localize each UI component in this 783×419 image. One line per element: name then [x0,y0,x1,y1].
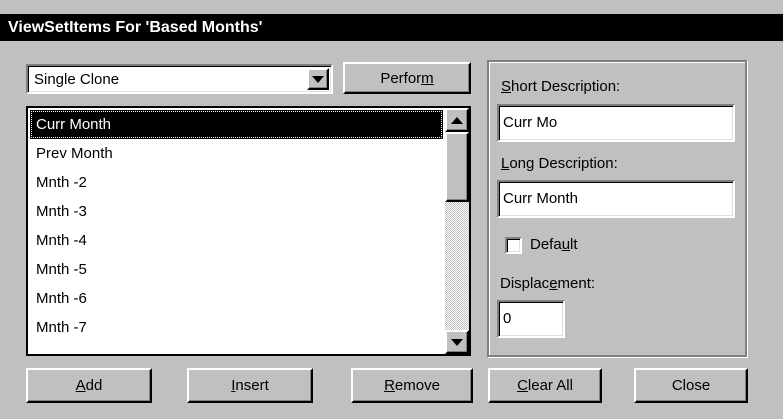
long-description-value: Curr Month [503,190,579,207]
clear-all-button[interactable]: Clear All [488,368,602,403]
close-button-label: Close [671,377,711,394]
arrow-down-icon [451,338,463,346]
insert-button-label: Insert [231,377,269,394]
combo-dropdown-button[interactable] [307,68,329,90]
list-item[interactable]: Mnth -2 [30,168,443,197]
scroll-up-button[interactable] [445,108,469,132]
long-description-label: Long Description: [501,155,618,172]
list-item[interactable]: Mnth -5 [30,255,443,284]
list-item[interactable]: Prev Month [30,139,443,168]
perform-button-label: Perform [380,69,434,87]
list-item[interactable]: Mnth -6 [30,284,443,313]
window-title: ViewSetItems For 'Based Months' [0,14,783,41]
clear-all-button-label: Clear All [517,377,573,394]
insert-button[interactable]: Insert [187,368,313,403]
scroll-thumb[interactable] [445,132,469,202]
chevron-down-icon [312,75,324,83]
remove-button-label: Remove [384,377,440,394]
default-label[interactable]: Default [530,236,578,253]
long-description-field[interactable]: Curr Month [497,180,735,218]
list-item[interactable]: Mnth -4 [30,226,443,255]
displacement-field[interactable]: 0 [497,300,565,338]
displacement-value: 0 [503,310,512,327]
add-button-label: Add [75,377,103,394]
list-item[interactable]: Mnth -3 [30,197,443,226]
add-button[interactable]: Add [26,368,152,403]
short-description-field[interactable]: Curr Mo [497,104,735,142]
items-listbox[interactable]: Curr Month Prev Month Mnth -2 Mnth -3 Mnth -… [26,106,471,356]
short-description-label: Short Description: [501,78,621,95]
short-description-value: Curr Mo [503,114,558,131]
perform-button[interactable]: Perform [343,62,471,94]
action-combo[interactable]: Single Clone [26,64,333,94]
list-item[interactable]: Mnth -7 [30,313,443,342]
displacement-label: Displacement: [500,275,596,292]
remove-button[interactable]: Remove [351,368,473,403]
close-button[interactable]: Close [634,368,748,403]
list-items: Curr Month Prev Month Mnth -2 Mnth -3 Mnth -… [30,110,443,342]
combo-selected-value: Single Clone [34,71,120,88]
default-checkbox[interactable] [505,237,522,254]
list-item[interactable]: Curr Month [30,110,443,139]
scroll-down-button[interactable] [445,330,469,354]
vertical-scrollbar[interactable] [445,108,469,354]
arrow-up-icon [451,116,463,124]
